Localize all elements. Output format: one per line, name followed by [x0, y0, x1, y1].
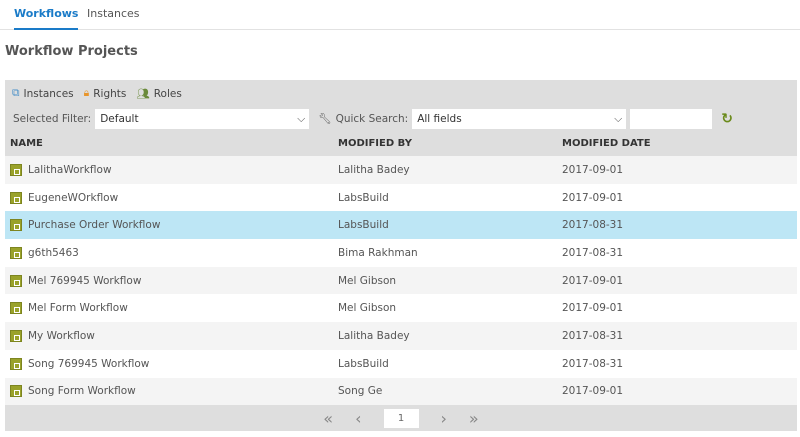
modified-by: LabsBuild — [338, 357, 389, 370]
column-modified-by[interactable]: MODIFIED BY — [338, 138, 562, 149]
tab-workflows[interactable]: Workflows — [14, 7, 79, 30]
modified-by: Mel Gibson — [338, 302, 397, 315]
chevron-down-icon: ⌵ — [614, 112, 623, 125]
rights-button[interactable]: 🔒︎ Rights — [84, 87, 127, 100]
page-number-input[interactable]: 1 — [383, 409, 419, 428]
quick-search-field-select[interactable]: All fields ⌵ — [412, 108, 627, 129]
workflow-icon — [10, 163, 22, 176]
modified-date: 2017-08-31 — [562, 246, 624, 259]
roles-button[interactable]: 👥︎ Roles — [136, 87, 181, 101]
modified-by: Bima Rakhman — [338, 246, 418, 259]
workflow-grid: ⧉ Instances 🔒︎ Rights 👥︎ Roles Selected Fil… — [5, 80, 797, 431]
next-page-button[interactable]: › — [441, 409, 447, 428]
first-page-button[interactable]: « — [323, 409, 333, 428]
table-row[interactable]: LalithaWorkflow Lalitha Badey 2017-09-01 — [5, 156, 797, 184]
tab-instances[interactable]: Instances — [87, 7, 140, 20]
modified-date: 2017-09-01 — [562, 274, 624, 287]
table-row[interactable]: Song Form Workflow Song Ge 2017-09-01 — [5, 377, 797, 406]
workflow-icon — [10, 219, 22, 232]
workflow-icon — [10, 246, 22, 259]
modified-by: Song Ge — [338, 385, 383, 398]
table-body: LalithaWorkflow Lalitha Badey 2017-09-01 Eu… — [5, 156, 797, 406]
modified-date: 2017-09-01 — [562, 385, 624, 398]
selected-filter-label: Selected Filter: — [13, 112, 92, 125]
workflow-icon — [10, 385, 22, 398]
workflow-name: EugeneWOrkflow — [28, 191, 119, 204]
table-row[interactable]: Mel Form Workflow Mel Gibson 2017-09-01 — [5, 294, 797, 323]
modified-by: Lalitha Badey — [338, 163, 410, 176]
workflow-name: Purchase Order Workflow — [28, 219, 161, 232]
table-row[interactable]: EugeneWOrkflow LabsBuild 2017-09-01 — [5, 183, 797, 212]
search-input[interactable] — [630, 108, 713, 129]
modified-date: 2017-09-01 — [562, 191, 624, 204]
modified-date: 2017-08-31 — [562, 219, 624, 232]
workflow-icon — [10, 329, 22, 342]
modified-date: 2017-09-01 — [562, 302, 624, 315]
pager: « ‹ 1 › » — [5, 406, 797, 431]
modified-date: 2017-09-01 — [562, 163, 624, 176]
modified-date: 2017-08-31 — [562, 357, 624, 370]
workflow-icon — [10, 274, 22, 287]
page-title: Workflow Projects — [5, 44, 138, 59]
table-row[interactable]: Mel 769945 Workflow Mel Gibson 2017-09-01 — [5, 266, 797, 295]
workflow-icon — [10, 357, 22, 370]
filter-select[interactable]: Default ⌵ — [95, 108, 310, 129]
table-row[interactable]: Purchase Order Workflow LabsBuild 2017-08-… — [5, 211, 797, 240]
modified-date: 2017-08-31 — [562, 329, 624, 342]
workflow-name: LalithaWorkflow — [28, 163, 112, 176]
modified-by: LabsBuild — [338, 219, 389, 232]
workflow-name: Mel Form Workflow — [28, 302, 128, 315]
column-name[interactable]: NAME — [5, 138, 338, 149]
wrench-icon: 🔧︎ — [318, 113, 332, 125]
workflow-name: My Workflow — [28, 329, 95, 342]
tab-bar: Workflows Instances — [0, 0, 800, 30]
workflow-icon — [10, 302, 22, 315]
instances-icon: ⧉ — [12, 87, 20, 99]
table-header: NAME MODIFIED BY MODIFIED DATE — [5, 130, 797, 156]
last-page-button[interactable]: » — [469, 409, 479, 428]
users-icon: 👥︎ — [136, 88, 150, 100]
table-row[interactable]: My Workflow Lalitha Badey 2017-08-31 — [5, 322, 797, 350]
workflow-name: Song Form Workflow — [28, 385, 136, 398]
column-modified-date[interactable]: MODIFIED DATE — [562, 138, 651, 149]
table-row[interactable]: Song 769945 Workflow LabsBuild 2017-08-31 — [5, 349, 797, 378]
workflow-icon — [10, 191, 22, 204]
quick-search-label: Quick Search: — [335, 112, 409, 125]
instances-button[interactable]: ⧉ Instances — [12, 87, 74, 100]
modified-by: LabsBuild — [338, 191, 389, 204]
lock-icon: 🔒︎ — [83, 87, 90, 99]
table-row[interactable]: g6th5463 Bima Rakhman 2017-08-31 — [5, 239, 797, 267]
prev-page-button[interactable]: ‹ — [355, 409, 361, 428]
workflow-name: Mel 769945 Workflow — [28, 274, 142, 287]
modified-by: Lalitha Badey — [338, 329, 410, 342]
modified-by: Mel Gibson — [338, 274, 397, 287]
workflow-name: Song 769945 Workflow — [28, 357, 150, 370]
refresh-icon[interactable]: ↻ — [721, 111, 733, 127]
chevron-down-icon: ⌵ — [297, 112, 306, 125]
workflow-name: g6th5463 — [28, 246, 79, 259]
